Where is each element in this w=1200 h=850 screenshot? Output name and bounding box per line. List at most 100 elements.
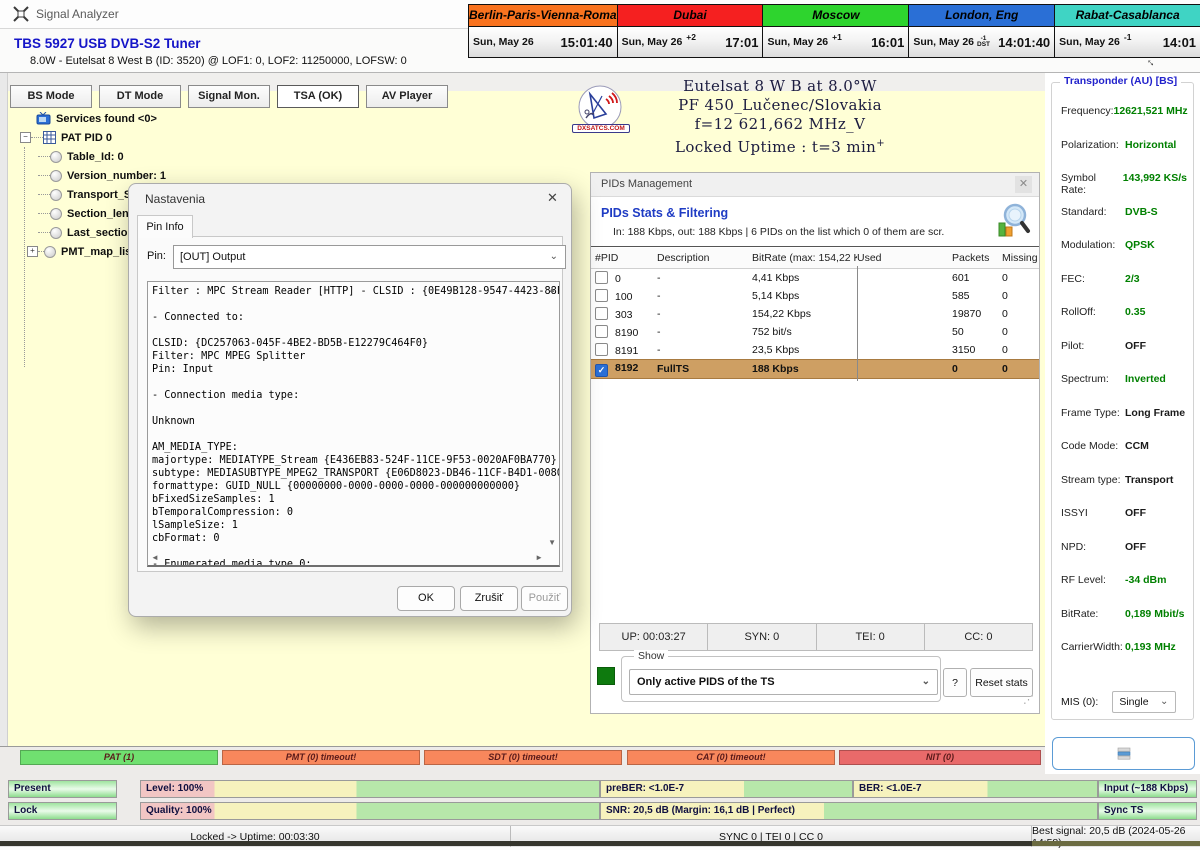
show-filter-group: Show Only active PIDS of the TS ⌄	[621, 656, 941, 702]
transponder-groupbox: Transponder (AU) [BS] Frequency:12621,52…	[1051, 82, 1194, 720]
help-button[interactable]: ?	[943, 668, 967, 697]
pid-checkbox[interactable]	[595, 343, 608, 356]
search-stats-icon[interactable]	[995, 201, 1031, 239]
bullet-icon	[50, 227, 62, 239]
ok-button[interactable]: OK	[397, 586, 455, 611]
apply-button[interactable]: Použiť	[521, 586, 568, 611]
cc-counter: CC: 0	[924, 624, 1032, 650]
pid-checkbox[interactable]	[595, 307, 608, 320]
pid-row[interactable]: 100 - 5,14 Kbps 585 0	[591, 287, 1039, 305]
tree-item-table-id[interactable]: Table_Id: 0	[14, 147, 374, 166]
transponder-title: Transponder (AU) [BS]	[1060, 75, 1181, 87]
tuner-name: TBS 5927 USB DVB-S2 Tuner	[14, 36, 201, 51]
clock-time: 14:01:40	[998, 35, 1050, 50]
pids-table-header: ^#PID Description BitRate (max: 154,22 K…	[591, 248, 1039, 269]
clock-utc-offset: +2	[686, 32, 696, 42]
pids-management-panel: PIDs Management ✕ PIDs Stats & Filtering…	[590, 172, 1040, 714]
transponder-row: Standard:DVB-S	[1061, 206, 1187, 240]
pid-checkbox[interactable]	[595, 325, 608, 338]
transponder-row: Symbol Rate:143,992 KS/s	[1061, 172, 1187, 206]
chevron-down-icon: ⌄	[550, 246, 558, 268]
sdt-status-bar: SDT (0) timeout!	[424, 750, 622, 765]
status-led	[597, 667, 615, 685]
clock-rabat: Rabat-Casablanca Sun, May 26-114:01	[1054, 5, 1200, 57]
quality-bar: Quality: 100%	[140, 802, 600, 820]
scroll-up-icon[interactable]: ▲	[548, 285, 556, 294]
column-pid[interactable]: ^#PID	[591, 252, 657, 264]
used-bar	[857, 357, 858, 381]
dxsatcs-logo-label: DXSATCS.COM	[572, 124, 630, 133]
column-missing[interactable]: Missing	[1002, 252, 1038, 264]
input-indicator: Input (~188 Kbps)	[1098, 780, 1197, 798]
column-bitrate[interactable]: BitRate (max: 154,22 Kb…	[752, 252, 857, 264]
window-title: Signal Analyzer	[36, 7, 119, 21]
pid-row[interactable]: 303 - 154,22 Kbps 19870 0	[591, 305, 1039, 323]
dialog-title: Nastavenia	[145, 192, 205, 206]
resize-grip[interactable]: ⋰	[1023, 693, 1034, 706]
scroll-right-icon[interactable]: ►	[535, 553, 543, 562]
clock-date: Sun, May 26	[473, 36, 534, 48]
transponder-panel: Transponder (AU) [BS] Frequency:12621,52…	[1045, 73, 1200, 774]
transponder-row: CarrierWidth:0,193 MHz	[1061, 641, 1187, 675]
transponder-row: Code Mode:CCM	[1061, 440, 1187, 474]
scroll-left-icon[interactable]: ◄	[151, 553, 159, 562]
pids-panel-title: PIDs Management	[601, 178, 692, 190]
separator	[591, 246, 1039, 247]
tree-item-pat-pid[interactable]: − PAT PID 0	[14, 128, 374, 147]
syn-counter: SYN: 0	[707, 624, 815, 650]
pin-info-text: Filter : MPC Stream Reader [HTTP] - CLSI…	[148, 282, 559, 567]
collapse-icon[interactable]: −	[20, 132, 31, 143]
tab-dt-mode[interactable]: DT Mode	[99, 85, 181, 108]
transponder-row: RollOff:0.35	[1061, 306, 1187, 340]
pid-row[interactable]: 0 - 4,41 Kbps 601 0	[591, 269, 1039, 287]
transponder-row: Frequency:12621,521 MHz	[1061, 105, 1187, 139]
column-packets[interactable]: Packets	[952, 252, 1002, 264]
transponder-row: Pilot:OFF	[1061, 340, 1187, 374]
clock-city-label: Berlin-Paris-Vienna-Roma	[469, 5, 617, 27]
transponder-rows: Frequency:12621,521 MHz Polarization:Hor…	[1061, 105, 1187, 675]
clock-time: 17:01	[725, 35, 758, 50]
pmt-status-bar: PMT (0) timeout!	[222, 750, 420, 765]
mis-row: MIS (0): Single⌄	[1061, 691, 1187, 713]
pin-label: Pin:	[147, 250, 166, 262]
tab-signal-mon[interactable]: Signal Mon.	[188, 85, 270, 108]
clock-date: Sun, May 26	[913, 36, 974, 48]
bullet-icon	[50, 151, 62, 163]
clock-london: London, Eng Sun, May 26-1DST14:01:40	[908, 5, 1054, 57]
list-button-icon	[1117, 747, 1131, 760]
expand-icon[interactable]: +	[27, 246, 38, 257]
show-filter-select[interactable]: Only active PIDS of the TS ⌄	[629, 669, 938, 695]
close-icon[interactable]: ✕	[1015, 176, 1032, 193]
stream-list-button[interactable]	[1052, 737, 1195, 770]
tab-bs-mode[interactable]: BS Mode	[10, 85, 92, 108]
tab-av-player[interactable]: AV Player	[366, 85, 448, 108]
transponder-row: NPD:OFF	[1061, 541, 1187, 575]
clock-utc-offset: +1	[832, 32, 842, 42]
close-icon[interactable]: ✕	[547, 190, 558, 206]
pid-row-selected[interactable]: ✓8192 FullTS 188 Kbps 0 0	[591, 359, 1039, 379]
tree-item-services[interactable]: Services found <0>	[14, 109, 374, 128]
pin-select[interactable]: [OUT] Output ⌄	[173, 245, 566, 269]
column-description[interactable]: Description	[657, 252, 752, 264]
pid-checkbox-checked[interactable]: ✓	[595, 364, 608, 377]
chevron-down-icon: ⌄	[922, 670, 930, 694]
chevron-down-icon: ⌄	[1160, 692, 1168, 712]
mis-select[interactable]: Single⌄	[1112, 691, 1176, 713]
pid-row[interactable]: 8191 - 23,5 Kbps 3150 0	[591, 341, 1039, 359]
pid-row[interactable]: 8190 - 752 bit/s 50 0	[591, 323, 1039, 341]
annotation-line: Locked Uptime : t=3 min+	[560, 134, 1000, 153]
tab-pin-info[interactable]: Pin Info	[137, 215, 193, 238]
nastavenia-dialog: Nastavenia ✕ Pin Info Pin: [OUT] Output …	[128, 183, 572, 617]
pin-info-textarea[interactable]: Filter : MPC Stream Reader [HTTP] - CLSI…	[147, 281, 560, 567]
scroll-down-icon[interactable]: ▼	[548, 538, 556, 547]
pid-checkbox[interactable]	[595, 271, 608, 284]
pid-checkbox[interactable]	[595, 289, 608, 302]
transponder-row: Stream type:Transport	[1061, 474, 1187, 508]
bottom-status-area: PAT (1) PMT (0) timeout! SDT (0) timeout…	[0, 746, 1200, 846]
cancel-button[interactable]: Zrušiť	[460, 586, 518, 611]
lock-indicator: Lock	[8, 802, 117, 820]
column-used[interactable]: Used	[857, 252, 952, 264]
tab-tsa[interactable]: TSA (OK)	[277, 85, 359, 108]
transponder-row: FEC:2/3	[1061, 273, 1187, 307]
world-clocks: Berlin-Paris-Vienna-Roma Sun, May 2615:0…	[468, 4, 1200, 58]
